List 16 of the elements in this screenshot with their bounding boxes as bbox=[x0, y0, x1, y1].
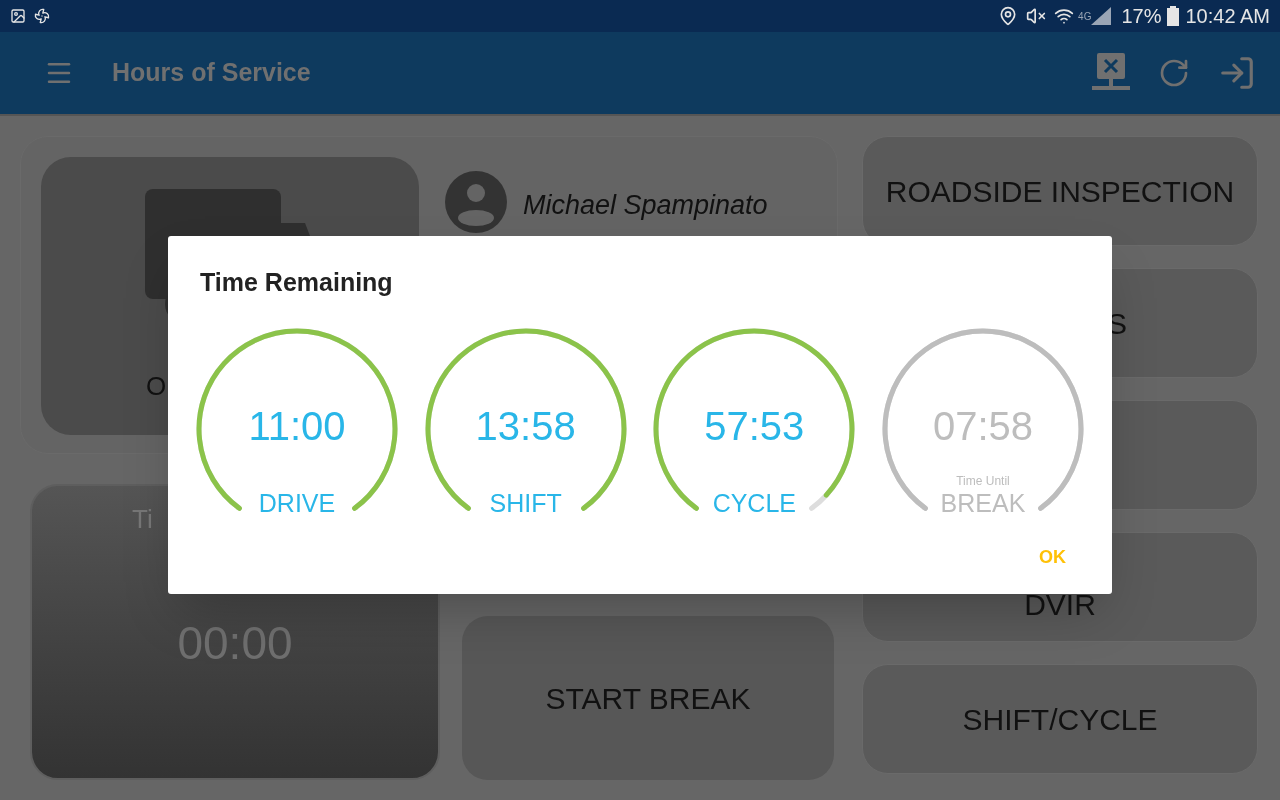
driver-name: Michael Spampinato bbox=[523, 189, 768, 222]
app-title: Hours of Service bbox=[112, 57, 311, 89]
status-label: O bbox=[146, 370, 167, 403]
gauge-label: DRIVE bbox=[258, 487, 336, 518]
gauge-label: BREAK bbox=[940, 487, 1026, 518]
gauge-label: CYCLE bbox=[712, 487, 796, 518]
gauge-time: 13:58 bbox=[475, 402, 576, 450]
gauge-caption: Time Until bbox=[956, 473, 1010, 488]
dialog-title: Time Remaining bbox=[200, 267, 394, 298]
battery-percent: 17% bbox=[1121, 4, 1162, 29]
gauge-time: 57:53 bbox=[704, 402, 805, 450]
clock: 10:42 AM bbox=[1185, 4, 1270, 29]
gauge-time: 07:58 bbox=[932, 402, 1033, 450]
gauge-time: 11:00 bbox=[248, 402, 346, 450]
gauge-label: SHIFT bbox=[489, 487, 562, 518]
network-type: 4G bbox=[1078, 9, 1092, 24]
